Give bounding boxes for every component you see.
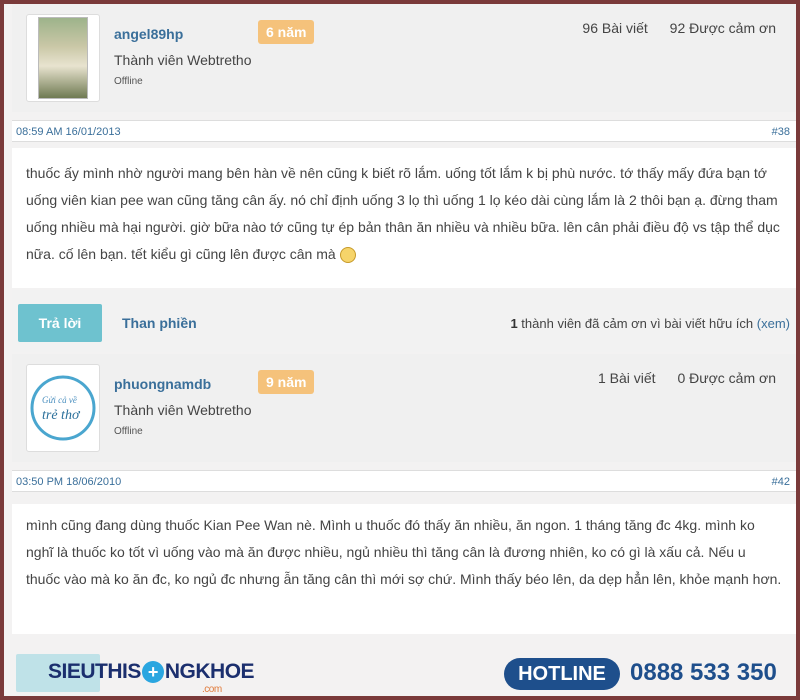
post-number-link[interactable]: #38 xyxy=(772,126,790,138)
post-user-header: Gửi cả về trẻ thơ phuongnamdb 9 năm Thàn… xyxy=(12,354,796,462)
membership-years-badge: 9 năm xyxy=(258,370,315,394)
user-photo-icon xyxy=(38,17,88,99)
thanks-text: thành viên đã cảm ơn vì bài viết hữu ích xyxy=(521,316,754,331)
reply-button[interactable]: Trả lời xyxy=(18,304,102,342)
post-count: 1 Bài viết xyxy=(597,370,656,386)
username[interactable]: phuongnamdb xyxy=(114,376,211,392)
hotline-badge: HOTLINE xyxy=(504,658,620,690)
footer-branding: SIEUTHIS + NGKHOE .com HOTLINE 0888 533 35… xyxy=(4,644,796,696)
user-role: Thành viên Webtretho xyxy=(114,52,252,68)
user-stats: 1 Bài viết 0 Được cảm ơn xyxy=(580,370,776,386)
see-thanks-link[interactable]: (xem) xyxy=(757,316,790,331)
post-date: 03:50 PM 18/06/2010 xyxy=(16,476,122,488)
membership-years-badge: 6 năm xyxy=(258,20,315,44)
page-frame: angel89hp 6 năm Thành viên Webtretho Off… xyxy=(0,0,800,700)
post-text: thuốc ấy mình nhờ người mang bên hàn về … xyxy=(26,165,780,262)
thanks-count: 0 Được cảm ơn xyxy=(677,370,776,386)
thanks-count: 92 Được cảm ơn xyxy=(669,20,776,36)
avatar-logo-text-1: Gửi cả về xyxy=(42,395,78,405)
thanks-summary: 1 thành viên đã cảm ơn vì bài viết hữu í… xyxy=(510,316,790,331)
logo-domain: .com xyxy=(202,684,222,695)
user-stats: 96 Bài viết 92 Được cảm ơn xyxy=(564,20,776,36)
hotline-number[interactable]: 0888 533 350 xyxy=(630,659,777,687)
thanks-member-count: 1 xyxy=(510,316,518,331)
user-role: Thành viên Webtretho xyxy=(114,402,252,418)
online-status: Offline xyxy=(114,426,143,437)
post-user-header: angel89hp 6 năm Thành viên Webtretho Off… xyxy=(12,4,796,112)
post-content: mình cũng đang dùng thuốc Kian Pee Wan n… xyxy=(12,504,796,634)
post-content: thuốc ấy mình nhờ người mang bên hàn về … xyxy=(12,148,796,288)
complain-link[interactable]: Than phiền xyxy=(122,315,197,331)
avatar-logo-text-2: trẻ thơ xyxy=(42,408,81,423)
post-date: 08:59 AM 16/01/2013 xyxy=(16,126,121,138)
post-date-bar: 08:59 AM 16/01/2013 #38 xyxy=(12,120,796,142)
post-action-bar: Trả lời Than phiền 1 thành viên đã cảm ơ… xyxy=(12,290,796,352)
site-logo: SIEUTHIS + NGKHOE .com xyxy=(48,660,255,695)
post-count: 96 Bài viết xyxy=(582,20,648,36)
username[interactable]: angel89hp xyxy=(114,26,183,42)
logo-text-part2: NGKHOE xyxy=(164,660,255,683)
avatar[interactable]: Gửi cả về trẻ thơ xyxy=(26,364,100,452)
smile-emoji-icon xyxy=(339,247,356,264)
logo-text-part1: SIEUTHIS xyxy=(48,660,141,683)
health-plus-icon: + xyxy=(141,661,164,684)
post-number-link[interactable]: #42 xyxy=(772,476,790,488)
post-date-bar: 03:50 PM 18/06/2010 #42 xyxy=(12,470,796,492)
avatar[interactable] xyxy=(26,14,100,102)
avatar-logo-icon: Gửi cả về trẻ thơ xyxy=(30,375,96,441)
online-status: Offline xyxy=(114,76,143,87)
post-text: mình cũng đang dùng thuốc Kian Pee Wan n… xyxy=(26,517,782,587)
